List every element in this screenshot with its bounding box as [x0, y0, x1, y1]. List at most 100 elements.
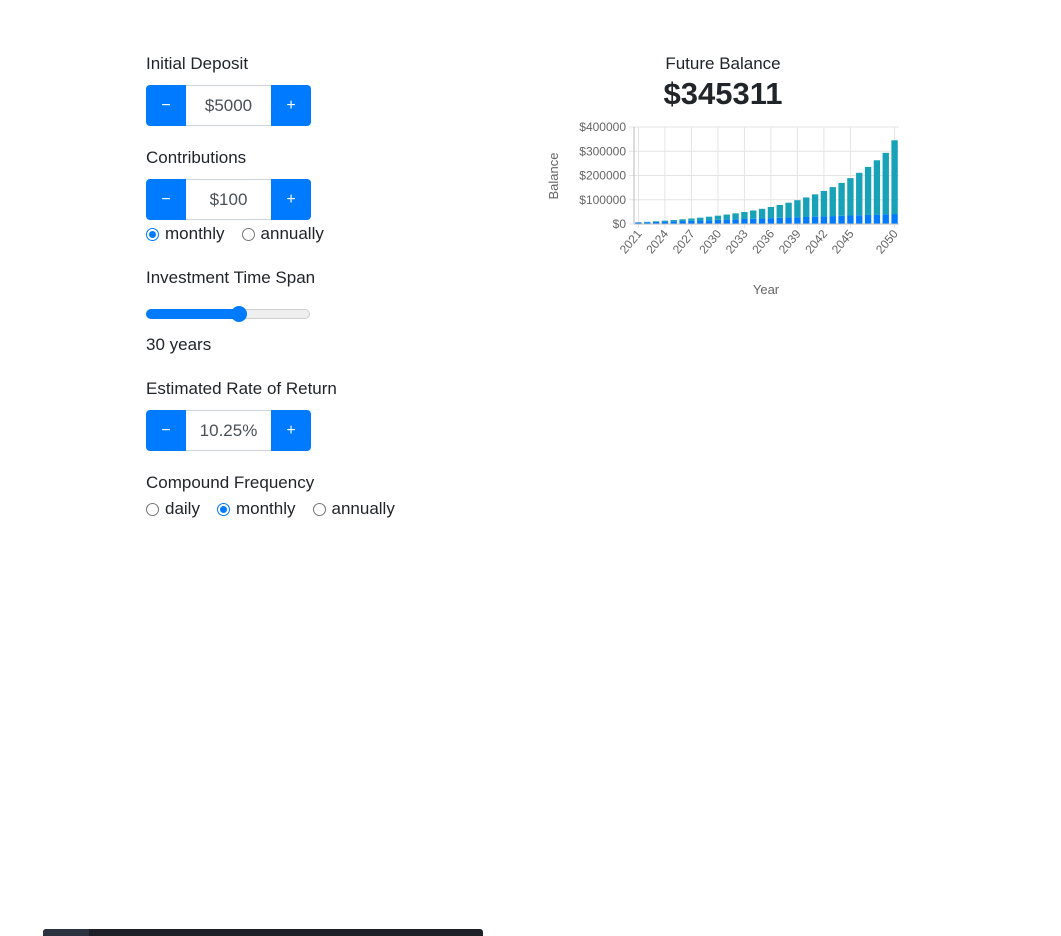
- future-balance-value: $345311: [663, 76, 783, 111]
- compound-interest-calculator: Initial Deposit − + Contributions − + mo…: [0, 0, 1061, 936]
- bar-interest: [652, 221, 660, 222]
- bar-interest: [732, 213, 739, 220]
- time-span-value: 30 years: [146, 335, 212, 354]
- radio-daily[interactable]: [146, 502, 159, 516]
- compound-frequency-daily[interactable]: daily: [146, 499, 200, 519]
- bar-interest: [820, 190, 828, 217]
- contributions-label: Contributions: [146, 148, 247, 167]
- bar-principal: [838, 215, 845, 224]
- bar-interest: [803, 197, 810, 217]
- rate-of-return-decrement-button[interactable]: −: [146, 410, 186, 451]
- y-tick-label: $300000: [579, 144, 626, 158]
- rate-of-return-input[interactable]: [186, 410, 271, 451]
- bar-principal: [705, 220, 713, 224]
- x-tick-label: 2021: [617, 227, 645, 257]
- bar-interest: [873, 160, 881, 215]
- y-tick-label: $200000: [579, 169, 626, 183]
- bar-interest: [838, 182, 845, 216]
- compound-frequency-annually-label: annually: [331, 499, 395, 518]
- bar-interest: [829, 187, 836, 217]
- compound-frequency-daily-label: daily: [165, 499, 200, 518]
- initial-deposit-stepper: − +: [146, 85, 311, 126]
- y-tick-label: $100000: [579, 193, 626, 207]
- bar-principal: [829, 216, 836, 224]
- time-span-label: Investment Time Span: [146, 268, 316, 287]
- rate-of-return-label: Estimated Rate of Return: [146, 379, 337, 398]
- time-span-slider[interactable]: [146, 306, 310, 322]
- taskbar-start-segment: [43, 929, 89, 936]
- contribution-frequency-monthly[interactable]: monthly: [146, 224, 225, 244]
- y-tick-label: $0: [613, 217, 627, 231]
- contributions-stepper: − +: [146, 179, 311, 220]
- initial-deposit-increment-button[interactable]: +: [271, 85, 311, 126]
- contribution-frequency-monthly-label: monthly: [165, 224, 225, 243]
- bar-principal: [750, 218, 757, 224]
- bar-interest: [864, 166, 872, 215]
- bar-interest: [741, 211, 748, 220]
- time-span-slider-fill: [146, 309, 238, 319]
- bar-principal: [767, 218, 775, 224]
- chart-bars: [635, 140, 898, 224]
- radio-compound-annually[interactable]: [312, 502, 326, 516]
- bar-interest: [697, 217, 704, 221]
- bar-interest: [661, 220, 669, 222]
- bar-interest: [670, 219, 677, 222]
- bar-interest: [688, 218, 695, 221]
- bar-principal: [882, 214, 889, 224]
- bar-principal: [856, 215, 863, 224]
- compound-frequency-annually[interactable]: annually: [312, 499, 395, 519]
- bar-interest: [750, 210, 757, 219]
- bar-interest: [856, 172, 863, 216]
- bar-principal: [723, 219, 730, 224]
- bar-interest: [811, 194, 819, 217]
- bar-interest: [891, 140, 898, 215]
- bar-interest: [714, 215, 722, 220]
- bar-principal: [847, 215, 854, 224]
- rate-of-return-increment-button[interactable]: +: [271, 410, 311, 451]
- bar-interest: [785, 202, 792, 218]
- rate-of-return-stepper: − +: [146, 410, 311, 451]
- compound-frequency-label: Compound Frequency: [146, 473, 315, 492]
- balance-chart: $0$100000$200000$300000$4000002021202420…: [546, 120, 901, 297]
- x-tick-label: 2036: [749, 227, 777, 257]
- bar-interest: [847, 178, 854, 216]
- x-tick-label: 2033: [723, 227, 751, 257]
- bar-interest: [882, 152, 889, 215]
- bar-principal: [873, 214, 881, 224]
- x-tick-label: 2024: [643, 227, 671, 257]
- x-tick-label: 2030: [696, 227, 724, 257]
- bar-principal: [776, 217, 783, 224]
- contributions-decrement-button[interactable]: −: [146, 179, 186, 220]
- compound-frequency-monthly[interactable]: monthly: [216, 499, 296, 519]
- contribution-frequency-annually-label: annually: [260, 224, 324, 243]
- bar-principal: [785, 217, 792, 224]
- y-axis-title: Balance: [546, 153, 561, 200]
- bar-interest: [705, 216, 713, 221]
- y-tick-label: $400000: [579, 120, 626, 134]
- contribution-frequency-annually[interactable]: annually: [241, 224, 324, 244]
- bar-principal: [714, 219, 722, 224]
- bar-principal: [697, 220, 704, 224]
- bar-principal: [794, 217, 801, 224]
- radio-annually[interactable]: [241, 227, 255, 241]
- bar-interest: [794, 200, 801, 218]
- time-span-slider-thumb[interactable]: [231, 306, 247, 322]
- radio-monthly-checked[interactable]: [146, 227, 159, 241]
- bar-interest: [679, 219, 686, 222]
- compound-frequency-monthly-label: monthly: [235, 499, 296, 518]
- contributions-increment-button[interactable]: +: [271, 179, 311, 220]
- bar-principal: [732, 219, 739, 224]
- initial-deposit-input[interactable]: [186, 85, 271, 126]
- contribution-frequency-group: monthly annually: [146, 224, 341, 244]
- bar-interest: [723, 214, 730, 220]
- contributions-input[interactable]: [186, 179, 271, 220]
- initial-deposit-decrement-button[interactable]: −: [146, 85, 186, 126]
- radio-compound-monthly-checked[interactable]: [216, 502, 230, 516]
- x-axis-title: Year: [753, 282, 780, 297]
- bar-principal: [758, 218, 766, 224]
- compound-frequency-group: daily monthly annually: [146, 499, 412, 519]
- bar-interest: [776, 204, 783, 218]
- x-tick-label: 2027: [670, 227, 698, 257]
- x-tick-label: 2042: [802, 227, 830, 257]
- x-tick-label: 2039: [776, 227, 804, 257]
